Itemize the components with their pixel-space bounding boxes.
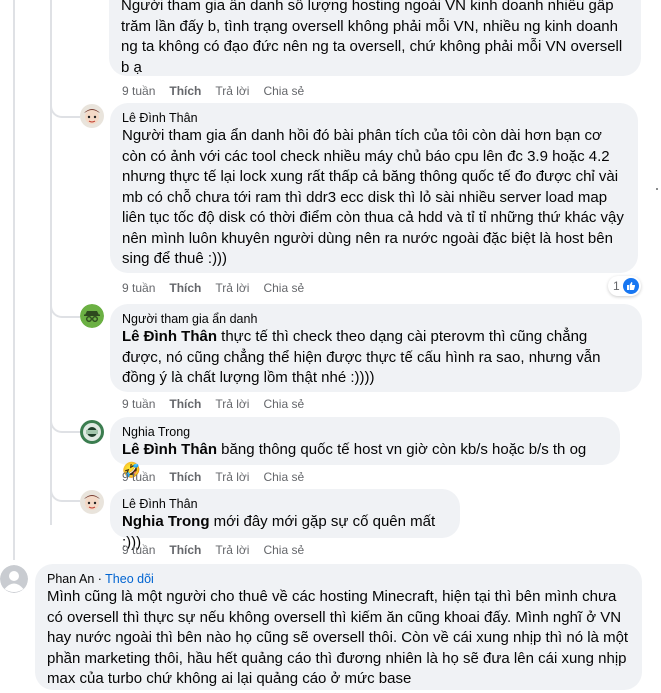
comment-author[interactable]: Lê Đình Thân: [122, 110, 626, 126]
comment-bubble: Người tham gia ẩn danh số lượng hosting …: [109, 0, 641, 76]
like-button[interactable]: Thích: [169, 470, 201, 484]
comment-time[interactable]: 9 tuần: [122, 397, 155, 411]
reply-button[interactable]: Trả lời: [215, 543, 249, 557]
reply-button[interactable]: Trả lời: [215, 281, 249, 295]
comment-time[interactable]: 9 tuần: [122, 470, 155, 484]
comment-bubble: Lê Đình Thân Người tham gia ẩn danh hồi …: [110, 103, 638, 273]
comment-author[interactable]: Phan An: [47, 572, 94, 586]
comment-actions: 9 tuần Thích Trả lời Chia sẻ: [122, 470, 318, 484]
share-button[interactable]: Chia sẻ: [263, 470, 304, 484]
reply-button[interactable]: Trả lời: [215, 470, 249, 484]
comment-actions: 9 tuần Thích Trả lời Chia sẻ: [122, 543, 318, 557]
share-button[interactable]: Chia sẻ: [263, 84, 304, 98]
avatar[interactable]: [80, 104, 104, 128]
mention-link[interactable]: Lê Đình Thân: [122, 441, 217, 458]
comment-text: Người tham gia ẩn danh hồi đó bài phân t…: [122, 127, 624, 267]
mention-link[interactable]: Nghia Trong: [122, 513, 210, 530]
comment-text: Mình cũng là một người cho thuê về các h…: [47, 588, 629, 687]
thread-line: [50, 0, 52, 525]
reaction-number: 1: [613, 279, 620, 293]
thread-elbow: [50, 405, 80, 433]
comment-bubble: Nghia Trong Lê Đình Thân băng thông quốc…: [110, 417, 620, 479]
comment-actions: 9 tuần Thích Trả lời Chia sẻ: [122, 397, 318, 411]
separator: ·: [94, 572, 106, 586]
avatar[interactable]: [80, 420, 104, 444]
comment-bubble: Phan An · Theo dõi Mình cũng là một ngườ…: [35, 564, 642, 690]
comment-author[interactable]: Người tham gia ẩn danh: [122, 311, 630, 327]
scroll-dot: [656, 188, 658, 190]
comment-author[interactable]: Lê Đình Thân: [122, 496, 448, 512]
comment-text: Người tham gia ẩn danh số lượng hosting …: [121, 0, 623, 76]
mention-link[interactable]: Lê Đình Thân: [122, 328, 217, 345]
thread-elbow: [50, 92, 80, 118]
like-icon: [622, 278, 639, 294]
like-button[interactable]: Thích: [169, 397, 201, 411]
comment-author[interactable]: Nghia Trong: [122, 424, 608, 440]
comment-time[interactable]: 9 tuần: [122, 84, 155, 98]
comment-actions: 9 tuần Thích Trả lời Chia sẻ: [122, 84, 318, 98]
comment-bubble: Lê Đình Thân Nghia Trong mới đây mới gặp…: [110, 489, 460, 551]
like-button[interactable]: Thích: [169, 281, 201, 295]
comment-time[interactable]: 9 tuần: [122, 281, 155, 295]
avatar[interactable]: [80, 490, 104, 514]
comment-time[interactable]: 9 tuần: [122, 543, 155, 557]
comment-actions: 9 tuần Thích Trả lời Chia sẻ: [122, 281, 318, 295]
reaction-count[interactable]: 1: [608, 276, 641, 296]
like-button[interactable]: Thích: [169, 84, 201, 98]
like-button[interactable]: Thích: [169, 543, 201, 557]
share-button[interactable]: Chia sẻ: [263, 543, 304, 557]
share-button[interactable]: Chia sẻ: [263, 281, 304, 295]
follow-button[interactable]: Theo dõi: [105, 572, 154, 586]
comment-text: Lê Đình Thân thực tế thì check theo dạng…: [122, 328, 601, 386]
thread-elbow: [50, 290, 80, 318]
default-avatar-icon[interactable]: [0, 565, 28, 593]
comment-header: Phan An · Theo dõi: [47, 571, 630, 587]
reply-button[interactable]: Trả lời: [215, 397, 249, 411]
thread-elbow: [50, 478, 80, 502]
anonymous-avatar-icon[interactable]: [80, 304, 104, 328]
reply-button[interactable]: Trả lời: [215, 84, 249, 98]
share-button[interactable]: Chia sẻ: [263, 397, 304, 411]
comment-bubble: Người tham gia ẩn danh Lê Đình Thân thực…: [110, 304, 642, 392]
thread-line: [13, 0, 15, 560]
